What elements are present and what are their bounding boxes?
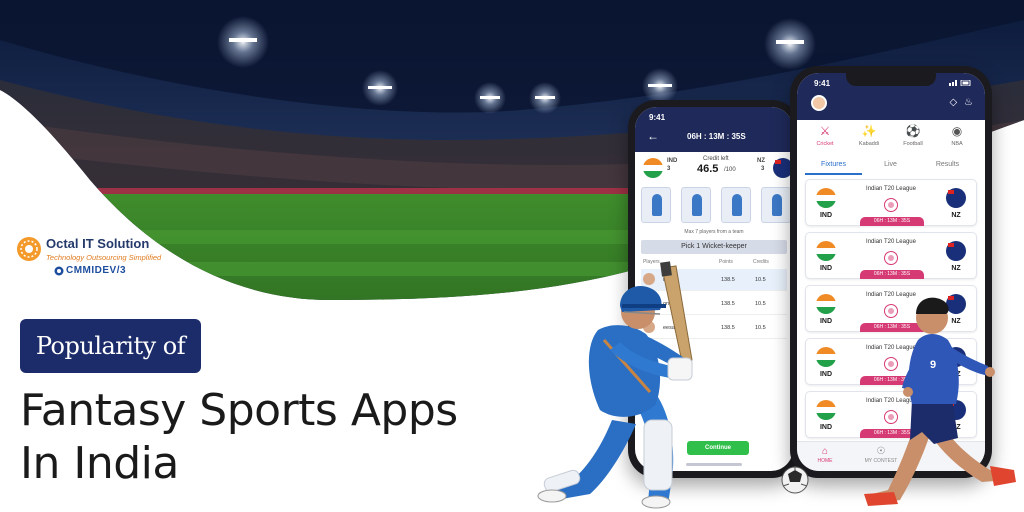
players-illustration: 9 xyxy=(537,261,1016,509)
bowler-figure: 9 xyxy=(864,297,1016,506)
football-ball xyxy=(781,466,809,494)
batsman-figure xyxy=(537,261,693,509)
jersey-number: 9 xyxy=(930,359,936,371)
